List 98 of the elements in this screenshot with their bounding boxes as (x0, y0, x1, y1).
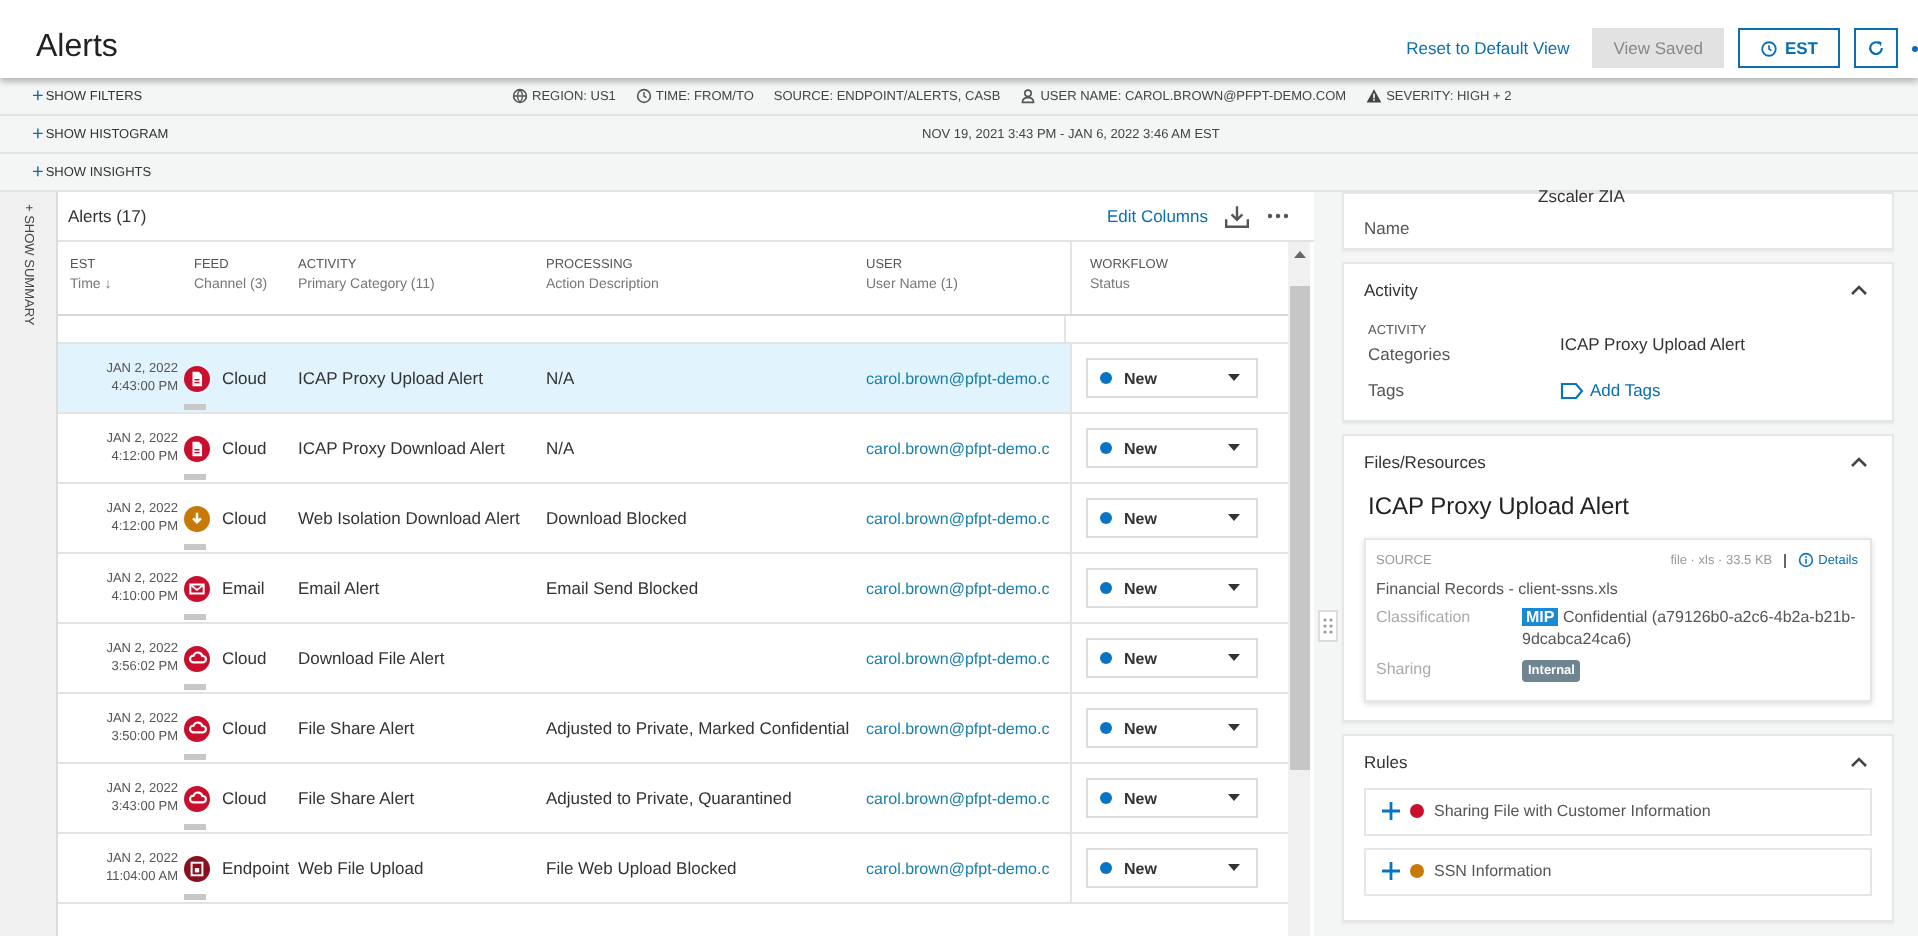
caret-icon (1228, 724, 1240, 732)
file-name: Financial Records - client-ssns.xls (1376, 578, 1620, 602)
name-label: Name (1364, 218, 1410, 238)
card-title: Activity (1364, 280, 1418, 300)
caret-icon (1228, 654, 1240, 662)
activity-text: Download File Alert (298, 648, 445, 668)
rule-item[interactable]: Sharing File with Customer Information (1364, 787, 1872, 836)
user-link[interactable]: carol.brown@pfpt-demo.c (866, 859, 1050, 877)
caret-icon (1228, 374, 1240, 382)
feed-channel: Cloud (222, 648, 267, 668)
collapse-icon[interactable] (1850, 284, 1868, 296)
feed-channel: Endpoint (222, 858, 290, 878)
plus-icon[interactable] (1382, 802, 1400, 821)
activity-text: ICAP Proxy Download Alert (298, 438, 505, 458)
status-dot (1100, 512, 1112, 524)
timezone-button[interactable]: EST (1738, 28, 1840, 68)
status-dot (1100, 862, 1112, 874)
processing-text: N/A (546, 438, 575, 458)
tag-icon (1560, 381, 1584, 399)
collapse-icon[interactable] (1850, 456, 1868, 468)
user-link[interactable]: carol.brown@pfpt-demo.c (866, 579, 1050, 597)
status-dropdown[interactable]: New (1086, 428, 1258, 468)
clock-icon (1760, 39, 1779, 57)
card-title: Files/Resources (1364, 452, 1486, 472)
feed-channel: Cloud (222, 508, 267, 528)
status-dot (1100, 582, 1112, 594)
user-link[interactable]: carol.brown@pfpt-demo.c (866, 509, 1050, 527)
file-heading: ICAP Proxy Upload Alert (1366, 490, 1632, 524)
processing-text: File Web Upload Blocked (546, 858, 737, 878)
field-label: Tags (1368, 380, 1406, 400)
activity-text: File Share Alert (298, 788, 415, 808)
add-tags-link[interactable]: Add Tags (1560, 380, 1661, 400)
field-label: Sharing (1376, 659, 1434, 682)
processing-text: Adjusted to Private, Marked Confidential (546, 718, 850, 738)
user-icon (1020, 88, 1037, 104)
activity-text: ICAP Proxy Upload Alert (298, 368, 483, 388)
user-link[interactable]: carol.brown@pfpt-demo.c (866, 719, 1050, 737)
feed-channel: Cloud (222, 438, 267, 458)
rule-label: SSN Information (1434, 862, 1552, 881)
feed-channel: Cloud (222, 368, 267, 388)
status-dropdown[interactable]: New (1086, 358, 1258, 398)
processing-text: N/A (546, 368, 575, 388)
resize-handle[interactable] (1318, 610, 1338, 642)
feed-channel: Cloud (222, 788, 267, 808)
activity-text: Email Alert (298, 578, 380, 598)
rule-label: Sharing File with Customer Information (1434, 802, 1711, 821)
user-link[interactable]: carol.brown@pfpt-demo.c (866, 369, 1050, 387)
page-title: Alerts (36, 30, 118, 66)
clock-icon (635, 88, 652, 104)
scroll-up-icon[interactable] (1293, 250, 1305, 258)
classification-text: MIP Confidential (a79126b0-a2c6-4b2a-b21b-9dcabca24ca6) (1522, 608, 1858, 652)
user-link[interactable]: carol.brown@pfpt-demo.c (866, 789, 1050, 807)
activity-text: Web Isolation Download Alert (298, 508, 520, 528)
edit-columns-link[interactable]: Edit Columns (1106, 206, 1208, 226)
alerts-title: Alerts (17) (68, 206, 147, 226)
card-title: Rules (1364, 751, 1408, 772)
user-link[interactable]: carol.brown@pfpt-demo.c (866, 439, 1050, 457)
scrollbar[interactable] (1288, 242, 1310, 936)
caret-icon (1228, 444, 1240, 452)
reset-view-link[interactable]: Reset to Default View (1406, 38, 1570, 58)
info-icon (1798, 552, 1815, 568)
field-label: Categories (1368, 344, 1453, 364)
more-icon[interactable] (1266, 212, 1290, 220)
processing-text: Email Send Blocked (546, 578, 699, 598)
plus-icon[interactable] (1382, 862, 1400, 881)
download-icon[interactable] (1224, 203, 1250, 229)
feed-channel: Email (222, 578, 265, 598)
globe-icon (512, 88, 528, 104)
status-dot (1100, 442, 1112, 454)
name-value: Zscaler ZIA (1538, 186, 1625, 206)
caret-icon (1228, 584, 1240, 592)
feed-channel: Cloud (222, 718, 267, 738)
caret-icon (1228, 514, 1240, 522)
activity-text: Web File Upload (298, 858, 424, 878)
status-dropdown[interactable]: New (1086, 848, 1258, 888)
status-dropdown[interactable]: New (1086, 498, 1258, 538)
status-dot (1100, 372, 1112, 384)
activity-text: File Share Alert (298, 718, 415, 738)
caret-icon (1228, 794, 1240, 802)
more-icon[interactable] (1912, 45, 1918, 51)
status-dropdown[interactable]: New (1086, 708, 1258, 748)
field-value: ICAP Proxy Upload Alert (1560, 334, 1745, 354)
status-dropdown[interactable]: New (1086, 778, 1258, 818)
status-dot (1100, 722, 1112, 734)
field-label: Classification (1376, 608, 1473, 630)
processing-text: Download Blocked (546, 508, 687, 528)
status-dot (1100, 792, 1112, 804)
status-dropdown[interactable]: New (1086, 568, 1258, 608)
status-dot (1100, 652, 1112, 664)
collapse-icon[interactable] (1850, 755, 1868, 768)
rule-item[interactable]: SSN Information (1364, 847, 1872, 896)
refresh-button[interactable] (1854, 28, 1898, 68)
warning-icon (1366, 88, 1383, 104)
status-dropdown[interactable]: New (1086, 638, 1258, 678)
caret-icon (1228, 864, 1240, 872)
user-link[interactable]: carol.brown@pfpt-demo.c (866, 649, 1050, 667)
processing-text: Adjusted to Private, Quarantined (546, 788, 792, 808)
refresh-icon (1866, 38, 1886, 58)
